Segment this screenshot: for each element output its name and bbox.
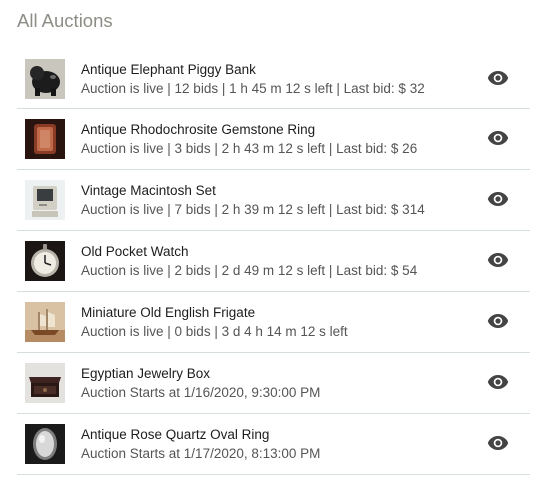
auction-status: Auction is live | 0 bids | 3 d 4 h 14 m … [81,324,348,339]
auction-status: Auction Starts at 1/16/2020, 9:30:00 PM [81,385,321,400]
auction-status: Auction is live | 3 bids | 2 h 43 m 12 s… [81,141,418,156]
jewelry-box-thumbnail [25,363,65,403]
auction-title[interactable]: Antique Rhodochrosite Gemstone Ring [81,121,470,138]
page-title: All Auctions [17,10,113,31]
elephant-piggy-bank-thumbnail [25,59,65,99]
macintosh-thumbnail [25,180,65,220]
auction-title[interactable]: Old Pocket Watch [81,243,470,260]
eye-icon[interactable] [486,250,510,270]
rhodochrosite-ring-thumbnail [25,119,65,159]
eye-icon[interactable] [486,128,510,148]
auction-title[interactable]: Egyptian Jewelry Box [81,365,470,382]
auction-list: Antique Elephant Piggy Bank Auction is l… [17,49,530,475]
auction-status: Auction is live | 12 bids | 1 h 45 m 12 … [81,81,425,96]
auction-status: Auction Starts at 1/17/2020, 8:13:00 PM [81,446,321,461]
eye-icon[interactable] [486,372,510,392]
eye-icon[interactable] [486,189,510,209]
auction-title[interactable]: Antique Rose Quartz Oval Ring [81,426,470,443]
eye-icon[interactable] [486,68,510,88]
auction-item[interactable]: Vintage Macintosh Set Auction is live | … [17,170,530,231]
auction-title[interactable]: Antique Elephant Piggy Bank [81,61,470,78]
auction-item[interactable]: Miniature Old English Frigate Auction is… [17,292,530,353]
eye-icon[interactable] [486,311,510,331]
pocket-watch-thumbnail [25,241,65,281]
auction-status: Auction is live | 7 bids | 2 h 39 m 12 s… [81,202,425,217]
auction-item[interactable]: Old Pocket Watch Auction is live | 2 bid… [17,231,530,292]
auction-item[interactable]: Antique Rose Quartz Oval Ring Auction St… [17,414,530,475]
auction-status: Auction is live | 2 bids | 2 d 49 m 12 s… [81,263,418,278]
auction-item[interactable]: Antique Rhodochrosite Gemstone Ring Auct… [17,109,530,170]
auction-item[interactable]: Egyptian Jewelry Box Auction Starts at 1… [17,353,530,414]
frigate-thumbnail [25,302,65,342]
rose-quartz-ring-thumbnail [25,424,65,464]
eye-icon[interactable] [486,433,510,453]
auction-title[interactable]: Miniature Old English Frigate [81,304,470,321]
auction-item[interactable]: Antique Elephant Piggy Bank Auction is l… [17,49,530,109]
auction-title[interactable]: Vintage Macintosh Set [81,182,470,199]
